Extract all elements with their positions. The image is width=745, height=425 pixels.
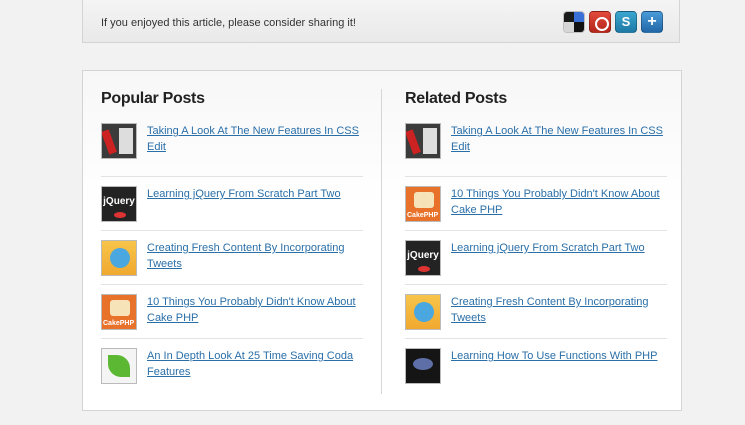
list-item[interactable]: 10 Things You Probably Didn't Know About… [101, 285, 363, 339]
list-item[interactable]: jQuery Learning jQuery From Scratch Part… [101, 177, 363, 231]
post-link[interactable]: Creating Fresh Content By Incorporating … [147, 240, 363, 272]
post-link[interactable]: Taking A Look At The New Features In CSS… [451, 123, 667, 155]
css-edit-thumbnail[interactable] [101, 123, 137, 159]
post-link[interactable]: Creating Fresh Content By Incorporating … [451, 294, 667, 326]
popular-posts: Popular Posts Taking A Look At The New F… [101, 89, 363, 393]
list-item[interactable]: 10 Things You Probably Didn't Know About… [405, 177, 667, 231]
jquery-thumbnail[interactable]: jQuery [101, 186, 137, 222]
cakephp-thumbnail[interactable] [405, 186, 441, 222]
posts-box: Popular Posts Taking A Look At The New F… [82, 70, 682, 411]
list-item[interactable]: Creating Fresh Content By Incorporating … [101, 231, 363, 285]
share-icons: S + [563, 11, 663, 33]
cakephp-thumbnail[interactable] [101, 294, 137, 330]
digg-icon[interactable] [589, 11, 611, 33]
delicious-icon[interactable] [563, 11, 585, 33]
twitter-thumbnail[interactable] [101, 240, 137, 276]
list-item[interactable]: Learning How To Use Functions With PHP [405, 339, 667, 393]
list-item[interactable]: Taking A Look At The New Features In CSS… [101, 123, 363, 177]
popular-posts-title: Popular Posts [101, 90, 205, 107]
list-item[interactable]: Taking A Look At The New Features In CSS… [405, 123, 667, 177]
post-link[interactable]: Learning How To Use Functions With PHP [451, 348, 657, 364]
list-item[interactable]: jQuery Learning jQuery From Scratch Part… [405, 231, 667, 285]
related-posts: Related Posts Taking A Look At The New F… [405, 89, 667, 393]
related-posts-title: Related Posts [405, 90, 507, 107]
list-item[interactable]: An In Depth Look At 25 Time Saving Coda … [101, 339, 363, 393]
post-link[interactable]: 10 Things You Probably Didn't Know About… [147, 294, 363, 326]
coda-thumbnail[interactable] [101, 348, 137, 384]
post-link[interactable]: An In Depth Look At 25 Time Saving Coda … [147, 348, 363, 380]
post-link[interactable]: Learning jQuery From Scratch Part Two [147, 186, 341, 202]
post-link[interactable]: Taking A Look At The New Features In CSS… [147, 123, 363, 155]
share-prompt: If you enjoyed this article, please cons… [101, 17, 356, 29]
twitter-thumbnail[interactable] [405, 294, 441, 330]
stumbleupon-icon[interactable]: S [615, 11, 637, 33]
post-link[interactable]: Learning jQuery From Scratch Part Two [451, 240, 645, 256]
column-divider [381, 89, 382, 394]
css-edit-thumbnail[interactable] [405, 123, 441, 159]
php-thumbnail[interactable] [405, 348, 441, 384]
list-item[interactable]: Creating Fresh Content By Incorporating … [405, 285, 667, 339]
share-bar: If you enjoyed this article, please cons… [82, 0, 680, 43]
post-link[interactable]: 10 Things You Probably Didn't Know About… [451, 186, 667, 218]
jquery-thumbnail[interactable]: jQuery [405, 240, 441, 276]
plus-icon[interactable]: + [641, 11, 663, 33]
